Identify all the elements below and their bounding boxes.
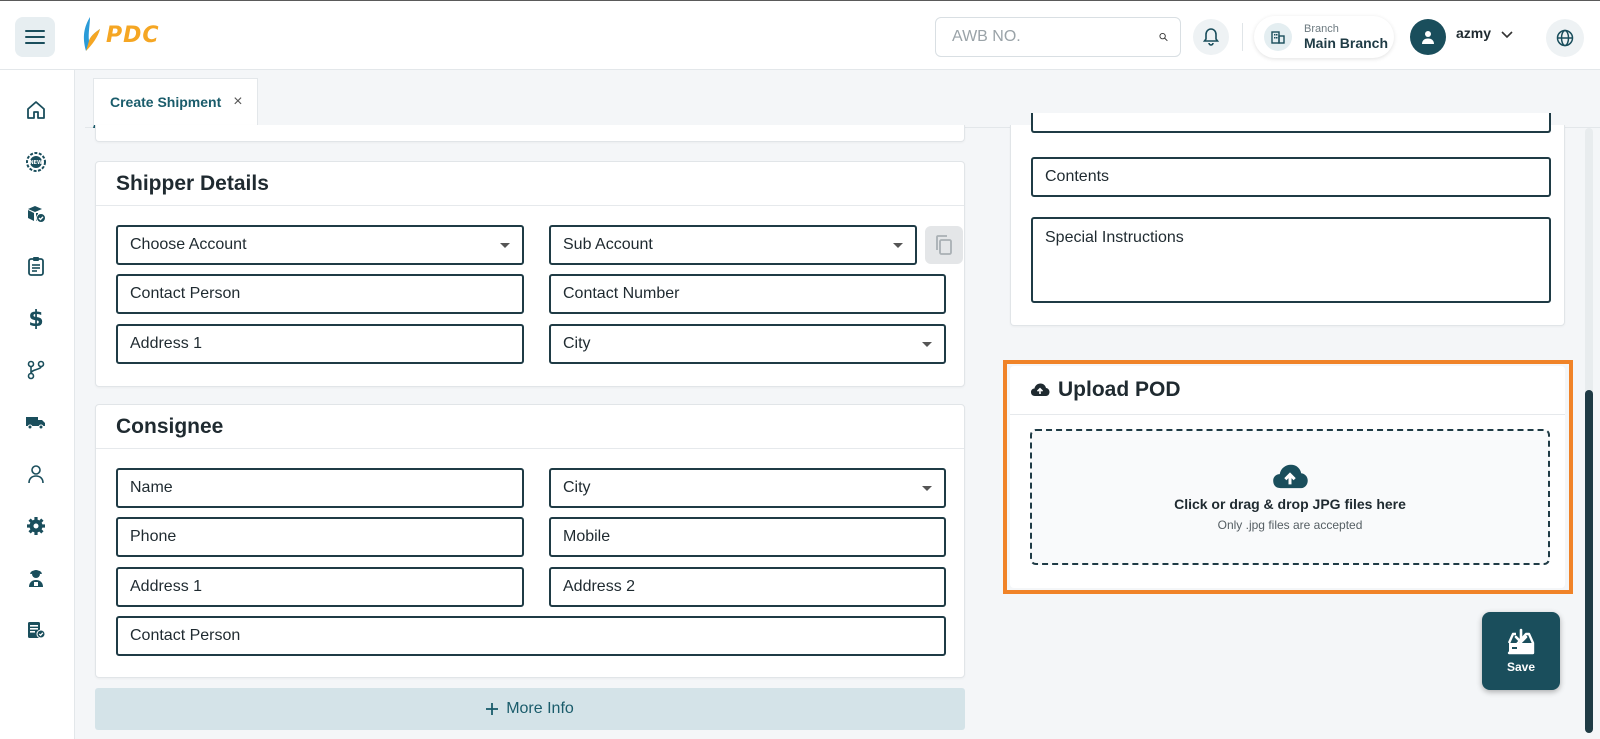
consignee-city-select[interactable]: City <box>549 468 946 508</box>
bell-icon <box>1203 28 1219 46</box>
shipper-details-card: Shipper Details Choose Account Sub Accou… <box>95 161 965 387</box>
consignee-mobile-field[interactable]: Mobile <box>549 517 946 557</box>
more-info-button[interactable]: More Info <box>95 688 965 730</box>
branch-name: Main Branch <box>1304 34 1389 51</box>
sidebar-item-settings[interactable] <box>22 512 50 540</box>
consignee-card: Consignee Name City Phone Mobile Address… <box>95 404 965 678</box>
top-bar: PDC Branch Main Branch azmy <box>0 0 1600 70</box>
city-select[interactable]: City <box>549 324 946 364</box>
logo-flame-icon <box>83 17 100 51</box>
globe-icon <box>1556 29 1574 47</box>
chevron-down-icon <box>1501 31 1513 39</box>
sidebar-item-delivery[interactable] <box>22 408 50 436</box>
branch-label: Branch <box>1304 22 1339 35</box>
scrollbar[interactable] <box>1585 128 1593 733</box>
save-tray-icon <box>1507 628 1535 655</box>
gear-icon <box>27 517 45 535</box>
dropdown-arrow-icon <box>922 485 932 491</box>
logo-text: PDC <box>106 22 160 48</box>
logo[interactable]: PDC <box>80 17 160 53</box>
close-icon[interactable]: × <box>233 94 242 110</box>
dropdown-arrow-icon <box>500 242 510 248</box>
address1-field[interactable]: Address 1 <box>116 324 524 364</box>
special-instructions-field[interactable]: Special Instructions <box>1031 217 1551 303</box>
sidebar-item-packages[interactable] <box>22 200 50 228</box>
save-label: Save <box>1506 660 1536 674</box>
hamburger-icon <box>25 30 45 44</box>
sidebar: NEW $ <box>0 70 75 739</box>
menu-button[interactable] <box>15 17 55 57</box>
dropdown-arrow-icon <box>893 242 903 248</box>
shipment-details-card: Contents Special Instructions <box>1010 113 1565 326</box>
awb-search[interactable] <box>935 17 1181 57</box>
dropdown-arrow-icon <box>922 341 932 347</box>
sidebar-item-branches[interactable] <box>22 356 50 384</box>
consignee-address1-field[interactable]: Address 1 <box>116 567 524 607</box>
consignee-phone-field[interactable]: Phone <box>116 517 524 557</box>
svg-text:$: $ <box>28 307 43 329</box>
sidebar-item-finance[interactable]: $ <box>22 304 50 332</box>
sidebar-item-clipboard[interactable] <box>22 252 50 280</box>
user-menu[interactable]: azmy <box>1410 19 1513 55</box>
section-title: Shipper Details <box>116 172 269 195</box>
contact-person-field[interactable]: Contact Person <box>116 274 524 314</box>
consignee-name-field[interactable]: Name <box>116 468 524 508</box>
section-title: Consignee <box>116 415 224 438</box>
sidebar-item-new[interactable]: NEW <box>22 148 50 176</box>
home-icon <box>27 101 45 119</box>
sidebar-item-agents[interactable] <box>22 564 50 592</box>
building-icon <box>1264 23 1292 51</box>
more-info-label: More Info <box>506 700 574 717</box>
divider <box>96 205 964 206</box>
dollar-icon: $ <box>28 307 43 329</box>
branch-icon <box>27 360 45 380</box>
language-button[interactable] <box>1546 19 1584 57</box>
svg-text:NEW: NEW <box>29 160 43 166</box>
copy-icon <box>936 235 952 255</box>
copy-button[interactable] <box>925 226 963 264</box>
awb-search-input[interactable] <box>952 28 1159 46</box>
sidebar-item-home[interactable] <box>22 96 50 124</box>
report-icon <box>28 622 46 639</box>
truck-icon <box>26 417 45 430</box>
branch-selector[interactable]: Branch Main Branch <box>1254 16 1394 58</box>
sidebar-item-users[interactable] <box>22 460 50 488</box>
scrollbar-thumb[interactable] <box>1585 390 1593 733</box>
save-button[interactable]: Save <box>1482 612 1560 690</box>
clipboard-icon <box>28 257 44 276</box>
person-icon <box>1422 31 1434 44</box>
consignee-address2-field[interactable]: Address 2 <box>549 567 946 607</box>
previous-section-card <box>95 125 965 142</box>
header-divider <box>1242 23 1243 51</box>
choose-account-select[interactable]: Choose Account <box>116 225 524 265</box>
sub-account-select[interactable]: Sub Account <box>549 225 917 265</box>
agent-icon <box>29 570 43 587</box>
upload-pod-highlight <box>1003 360 1573 594</box>
contact-number-field[interactable]: Contact Number <box>549 274 946 314</box>
user-icon <box>28 465 44 484</box>
contents-field[interactable]: Contents <box>1031 157 1551 197</box>
search-icon[interactable] <box>1159 27 1168 47</box>
sidebar-item-reports[interactable] <box>22 616 50 644</box>
tab-create-shipment[interactable]: Create Shipment × <box>93 78 258 128</box>
packages-icon <box>28 206 46 223</box>
tab-label: Create Shipment <box>110 94 222 110</box>
new-badge-icon: NEW <box>26 152 46 172</box>
plus-icon <box>486 703 499 715</box>
notifications-button[interactable] <box>1193 19 1229 55</box>
divider <box>96 448 964 449</box>
consignee-contact-person-field[interactable]: Contact Person <box>116 616 946 656</box>
previous-field[interactable] <box>1031 113 1551 133</box>
username: azmy <box>1456 25 1492 41</box>
avatar <box>1410 19 1446 55</box>
